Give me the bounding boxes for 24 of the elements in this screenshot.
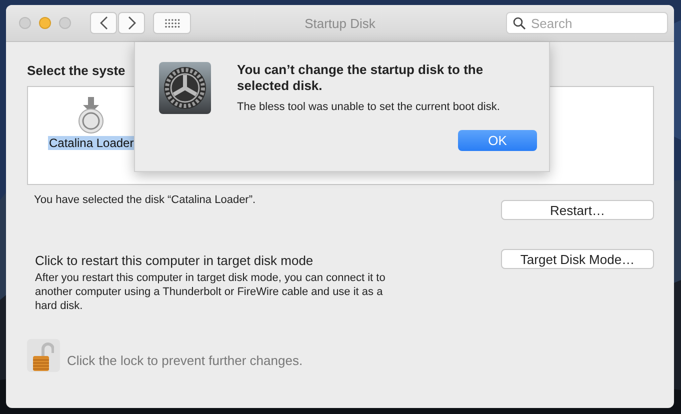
alert-title: You can’t change the startup disk to the selected disk. (237, 62, 484, 94)
gear-icon (159, 62, 211, 114)
lock-text: Click the lock to prevent further changes. (67, 353, 303, 368)
back-button[interactable] (90, 12, 117, 34)
search-field[interactable]: Search (506, 12, 668, 34)
chevron-right-icon (128, 16, 136, 30)
restart-button[interactable]: Restart… (501, 200, 654, 220)
lock-button[interactable] (27, 339, 60, 372)
disk-label[interactable]: Catalina Loader (48, 136, 135, 150)
alert-message: The bless tool was unable to set the current boot disk. (237, 101, 501, 113)
padlock-icon (32, 342, 54, 372)
section-heading: Select the syste (27, 63, 126, 78)
minimize-button[interactable] (39, 17, 51, 29)
show-all-button[interactable] (153, 12, 191, 34)
window-title: Startup Disk (304, 16, 376, 31)
forward-button[interactable] (118, 12, 145, 34)
grid-icon (164, 18, 180, 28)
search-icon (513, 17, 526, 30)
target-disk-description: After you restart this computer in target disk mode, you can connect it to another computer using a Thunderbolt or FireWire cable and use it as a hard disk. (35, 271, 386, 313)
disk-icon (76, 97, 106, 135)
chevron-left-icon (100, 16, 108, 30)
target-disk-mode-button[interactable]: Target Disk Mode… (501, 249, 654, 269)
selection-text: You have selected the disk “Catalina Loader”. (34, 194, 256, 206)
target-disk-heading: Click to restart this computer in target disk mode (35, 253, 314, 268)
